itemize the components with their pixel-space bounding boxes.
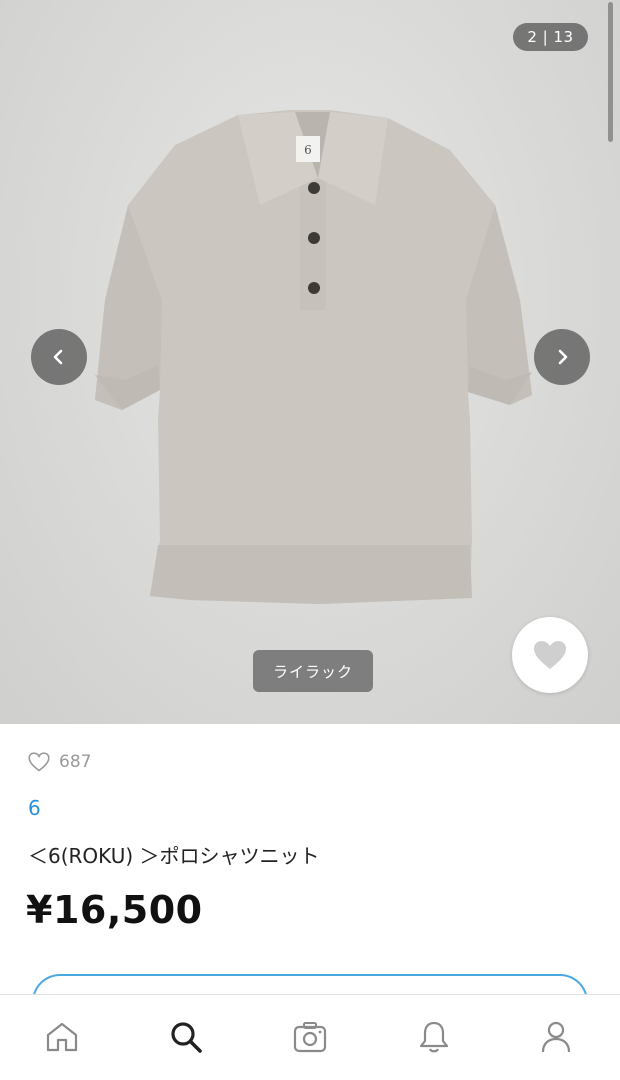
color-variant-label: ライラック — [253, 650, 373, 692]
heart-icon — [534, 641, 566, 669]
product-title: ＜6(ROKU) ＞ポロシャツニット — [28, 844, 320, 868]
search-icon — [171, 1022, 202, 1053]
tab-search[interactable] — [162, 1013, 210, 1061]
product-price: ¥16,500 — [26, 888, 203, 932]
chevron-left-icon — [53, 349, 63, 365]
home-icon — [46, 1022, 78, 1052]
image-counter: 2 | 13 — [513, 23, 588, 51]
tab-sell[interactable] — [286, 1013, 334, 1061]
heart-outline-icon — [28, 752, 50, 772]
tab-home[interactable] — [38, 1013, 86, 1061]
prev-image-button[interactable] — [31, 329, 87, 385]
chevron-right-icon — [558, 349, 568, 365]
tab-notifications[interactable] — [410, 1013, 458, 1061]
next-image-button[interactable] — [534, 329, 590, 385]
product-photo: 6 — [95, 110, 532, 604]
svg-text:6: 6 — [304, 143, 312, 157]
tab-mypage[interactable] — [532, 1013, 580, 1061]
bottom-tab-bar — [0, 994, 620, 1080]
like-count-row[interactable]: 687 — [28, 752, 91, 772]
person-icon — [541, 1021, 571, 1053]
like-count: 687 — [59, 752, 92, 772]
like-button[interactable] — [512, 617, 588, 693]
page-scrollbar[interactable] — [608, 2, 613, 142]
product-info: 687 6 ＜6(ROKU) ＞ポロシャツニット ¥16,500 — [0, 724, 620, 1034]
bell-icon — [419, 1021, 449, 1053]
product-image-gallery[interactable]: 6 2 | 13 ライラック — [0, 0, 620, 724]
camera-icon — [293, 1022, 327, 1053]
brand-link[interactable]: 6 — [28, 796, 41, 820]
